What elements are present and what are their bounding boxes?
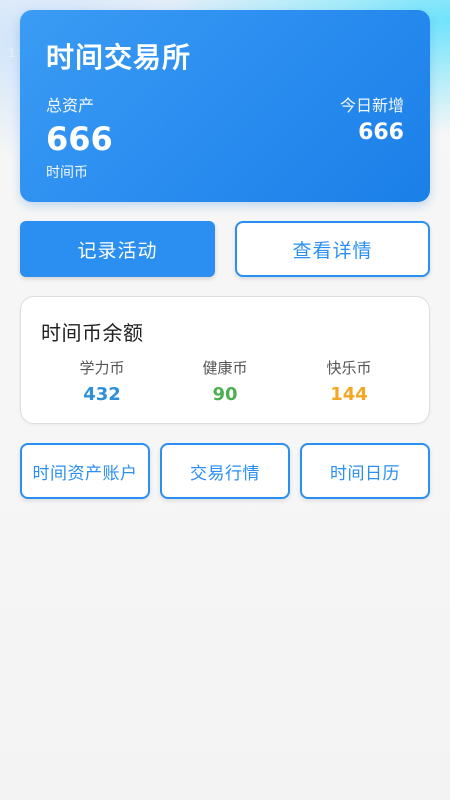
coin-health-label: 健康币 <box>202 359 248 377</box>
coin-happy-label: 快乐币 <box>326 359 372 377</box>
balance-card: 时间币余额 学力币 432 健康币 90 快乐币 144 <box>20 296 430 424</box>
coin-happy: 快乐币 144 <box>284 357 414 405</box>
total-assets-value: 666 <box>46 120 113 158</box>
app-title: 时间交易所 <box>46 41 192 74</box>
view-details-button[interactable]: 查看详情 <box>235 221 430 277</box>
coin-health-value: 90 <box>212 384 238 405</box>
total-assets-unit: 时间币 <box>46 165 88 181</box>
time-assets-account-button[interactable]: 时间资产账户 <box>20 443 150 499</box>
total-assets-label: 总资产 <box>46 96 95 115</box>
coin-health: 健康币 90 <box>160 357 290 405</box>
assets-header-card: 时间交易所 总资产 666 时间币 今日新增 666 <box>20 10 430 202</box>
coin-study-value: 432 <box>83 384 121 405</box>
balance-title: 时间币余额 <box>41 321 144 345</box>
record-activity-button[interactable]: 记录活动 <box>20 221 215 277</box>
today-new-value: 666 <box>358 120 404 145</box>
time-calendar-button[interactable]: 时间日历 <box>300 443 430 499</box>
market-button[interactable]: 交易行情 <box>160 443 290 499</box>
today-new-label: 今日新增 <box>339 96 404 115</box>
coin-happy-value: 144 <box>330 384 368 405</box>
coin-study: 学力币 432 <box>37 357 167 405</box>
coin-study-label: 学力币 <box>79 359 125 377</box>
